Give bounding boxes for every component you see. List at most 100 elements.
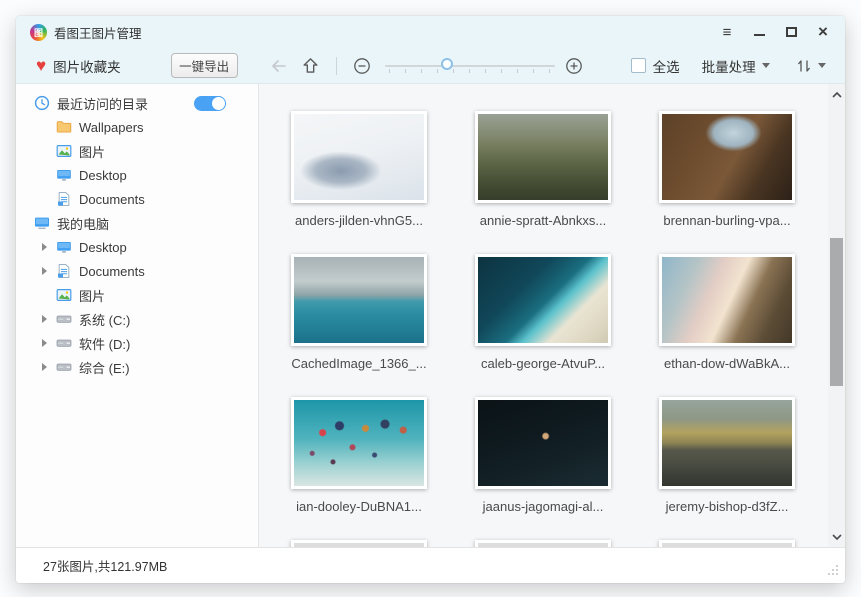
chevron-down-icon: [762, 63, 770, 68]
app-title: 看图王图片管理: [54, 23, 142, 42]
thumbnail-card[interactable]: [291, 540, 427, 547]
folder-icon: [56, 119, 72, 135]
file-name: ethan-dow-dWaBkA...: [652, 356, 802, 371]
sidebar-item-documents-tree[interactable]: Documents: [16, 259, 258, 283]
minimize-button[interactable]: [743, 20, 775, 44]
sidebar-item-pictures[interactable]: 图片: [16, 139, 258, 163]
thumbnail-image[interactable]: [294, 114, 424, 200]
zoom-slider[interactable]: [385, 55, 555, 77]
documents-icon: [56, 263, 72, 279]
scrollbar-thumb[interactable]: [830, 238, 843, 386]
thumbnail-image[interactable]: [294, 257, 424, 343]
zoom-slider-thumb[interactable]: [441, 58, 453, 70]
sidebar-item-drive-c[interactable]: 系统 (C:): [16, 307, 258, 331]
toolbar-divider: [336, 57, 337, 75]
grid-item: anders-jilden-vhnG5...: [291, 111, 475, 254]
sidebar-item-label: 我的电脑: [57, 214, 109, 233]
app-window: 图 看图王图片管理 ≡ × ♥ 图片收藏夹 一键导出 全选: [16, 16, 845, 583]
sidebar-item-drive-d[interactable]: 软件 (D:): [16, 331, 258, 355]
status-text: 27张图片,共121.97MB: [43, 556, 167, 575]
thumbnail-card[interactable]: [475, 111, 611, 203]
thumbnail-card[interactable]: [291, 397, 427, 489]
batch-process-dropdown[interactable]: 批量处理: [702, 56, 770, 76]
thumbnail-image[interactable]: [478, 400, 608, 486]
sidebar-item-label: 综合 (E:): [79, 358, 130, 377]
close-button[interactable]: ×: [807, 20, 839, 44]
zoom-out-icon[interactable]: [353, 57, 371, 75]
chevron-right-icon[interactable]: [42, 315, 56, 323]
grid-item: annie-spratt-Abnkxs...: [475, 111, 659, 254]
pictures-icon: [56, 287, 72, 303]
resize-grip[interactable]: [826, 563, 840, 577]
zoom-slider-track[interactable]: [385, 65, 555, 67]
sidebar-item-desktop-tree[interactable]: Desktop: [16, 235, 258, 259]
chevron-down-icon: [818, 63, 826, 68]
sidebar-item-my-computer[interactable]: 我的电脑: [16, 211, 258, 235]
thumbnail-image[interactable]: [662, 400, 792, 486]
back-icon[interactable]: [270, 57, 288, 75]
thumbnail-card[interactable]: [659, 397, 795, 489]
zoom-slider-ticks: [389, 69, 551, 73]
computer-icon: [34, 215, 50, 231]
vertical-scrollbar[interactable]: [828, 84, 845, 547]
file-name: ian-dooley-DuBNA1...: [284, 499, 434, 514]
drive-icon: [56, 311, 72, 327]
thumbnail-image[interactable]: [294, 400, 424, 486]
file-name: anders-jilden-vhnG5...: [284, 213, 434, 228]
file-name: CachedImage_1366_...: [284, 356, 434, 371]
recent-dirs-toggle[interactable]: [194, 96, 226, 111]
chevron-right-icon[interactable]: [42, 243, 56, 251]
titlebar: 图 看图王图片管理 ≡ ×: [16, 16, 845, 48]
grid-item-partial: [659, 540, 843, 547]
sidebar-item-desktop[interactable]: Desktop: [16, 163, 258, 187]
select-all-label[interactable]: 全选: [653, 56, 680, 76]
grid-item: ian-dooley-DuBNA1...: [291, 397, 475, 540]
maximize-button[interactable]: [775, 20, 807, 44]
favorites-heart-icon: ♥: [36, 57, 46, 74]
favorites-label[interactable]: 图片收藏夹: [53, 56, 121, 76]
file-name: brennan-burling-vpa...: [652, 213, 802, 228]
thumbnail-card[interactable]: [659, 111, 795, 203]
statusbar: 27张图片,共121.97MB: [16, 547, 845, 582]
scroll-down-icon[interactable]: [828, 528, 845, 545]
sidebar-item-label: 软件 (D:): [79, 334, 130, 353]
image-grid: anders-jilden-vhnG5... annie-spratt-Abnk…: [291, 111, 843, 547]
thumbnail-card[interactable]: [475, 397, 611, 489]
thumbnail-image[interactable]: [662, 257, 792, 343]
grid-item: CachedImage_1366_...: [291, 254, 475, 397]
file-name: jeremy-bishop-d3fZ...: [652, 499, 802, 514]
sidebar-item-label: 系统 (C:): [79, 310, 130, 329]
sort-icon: [796, 58, 812, 74]
thumbnail-image[interactable]: [662, 114, 792, 200]
thumbnail-image[interactable]: [478, 257, 608, 343]
sidebar-item-label: Documents: [79, 192, 145, 207]
sort-dropdown[interactable]: [796, 58, 826, 74]
sidebar-item-documents[interactable]: Documents: [16, 187, 258, 211]
select-all-checkbox[interactable]: [631, 58, 646, 73]
menu-button[interactable]: ≡: [711, 20, 743, 44]
grid-item: jaanus-jagomagi-al...: [475, 397, 659, 540]
documents-icon: [56, 191, 72, 207]
thumbnail-card[interactable]: [659, 254, 795, 346]
thumbnail-card[interactable]: [291, 111, 427, 203]
thumbnail-card[interactable]: [475, 540, 611, 547]
up-folder-icon[interactable]: [302, 57, 320, 75]
sidebar-item-label: Documents: [79, 264, 145, 279]
sidebar-item-drive-e[interactable]: 综合 (E:): [16, 355, 258, 379]
scroll-up-icon[interactable]: [828, 86, 845, 103]
app-logo-icon: 图: [30, 24, 47, 41]
thumbnail-card[interactable]: [659, 540, 795, 547]
thumbnail-card[interactable]: [291, 254, 427, 346]
export-button[interactable]: 一键导出: [171, 53, 238, 78]
drive-icon: [56, 359, 72, 375]
thumbnail-image[interactable]: [478, 114, 608, 200]
chevron-right-icon[interactable]: [42, 267, 56, 275]
sidebar-item-wallpapers[interactable]: Wallpapers: [16, 115, 258, 139]
chevron-right-icon[interactable]: [42, 339, 56, 347]
sidebar: 最近访问的目录 Wallpapers 图片 Desktop: [16, 84, 259, 547]
sidebar-item-pictures-tree[interactable]: 图片: [16, 283, 258, 307]
zoom-in-icon[interactable]: [565, 57, 583, 75]
chevron-right-icon[interactable]: [42, 363, 56, 371]
sidebar-item-recent-dirs[interactable]: 最近访问的目录: [16, 91, 258, 115]
thumbnail-card[interactable]: [475, 254, 611, 346]
